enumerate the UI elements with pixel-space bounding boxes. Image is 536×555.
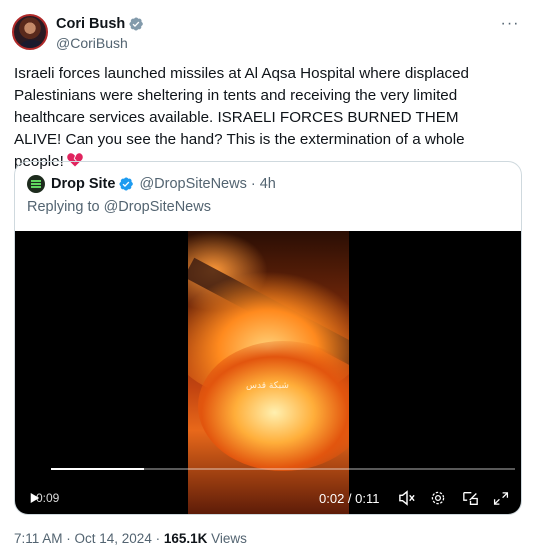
quoted-author-handle[interactable]: @DropSiteNews: [139, 176, 246, 192]
tweet-body: Israeli forces launched missiles at Al A…: [14, 65, 474, 170]
tweet-timestamp[interactable]: 7:11 AM · Oct 14, 2024 ·: [14, 531, 164, 546]
quoted-tweet[interactable]: Drop Site @DropSiteNews · 4h Replying to…: [14, 161, 522, 515]
quoted-tweet-time[interactable]: 4h: [260, 176, 276, 192]
author-name-row: Cori Bush: [56, 14, 144, 33]
drop-site-logo-icon[interactable]: [27, 175, 45, 193]
author-name[interactable]: Cori Bush: [56, 16, 125, 32]
replying-to[interactable]: Replying to @DropSiteNews: [27, 199, 211, 215]
elapsed-overlay: 0:09: [36, 491, 60, 505]
verified-badge-icon: [128, 16, 144, 32]
tweet-text: Israeli forces launched missiles at Al A…: [14, 63, 504, 173]
video-progress-bar[interactable]: [51, 468, 515, 470]
verified-badge-icon: [118, 176, 134, 192]
video-player[interactable]: شبكة قدس 0:09 0:02 / 0:11: [15, 231, 521, 514]
fire-glow: [198, 341, 349, 471]
video-time: 0:02 / 0:11: [319, 490, 380, 506]
settings-icon[interactable]: [428, 489, 448, 507]
mute-icon[interactable]: [397, 489, 417, 507]
tweet-metadata: 7:11 AM · Oct 14, 2024 · 165.1K Views: [14, 531, 247, 546]
author-handle[interactable]: @CoriBush: [56, 35, 144, 51]
video-frame: شبكة قدس: [188, 231, 349, 514]
quoted-tweet-header: Drop Site @DropSiteNews · 4h: [27, 174, 276, 194]
tweet-header: Cori Bush @CoriBush ···: [12, 12, 524, 52]
more-options-button[interactable]: ···: [498, 14, 522, 34]
author-info: Cori Bush @CoriBush: [56, 14, 144, 51]
dot-separator: ·: [250, 176, 256, 192]
avatar[interactable]: [12, 14, 48, 50]
fullscreen-icon[interactable]: [491, 489, 511, 507]
views-label: Views: [207, 531, 247, 546]
video-progress-fill: [51, 468, 144, 470]
video-watermark: شبكة قدس: [246, 381, 289, 391]
quoted-author-name[interactable]: Drop Site: [51, 176, 115, 192]
pip-icon[interactable]: [460, 489, 480, 507]
views-count: 165.1K: [163, 531, 208, 546]
